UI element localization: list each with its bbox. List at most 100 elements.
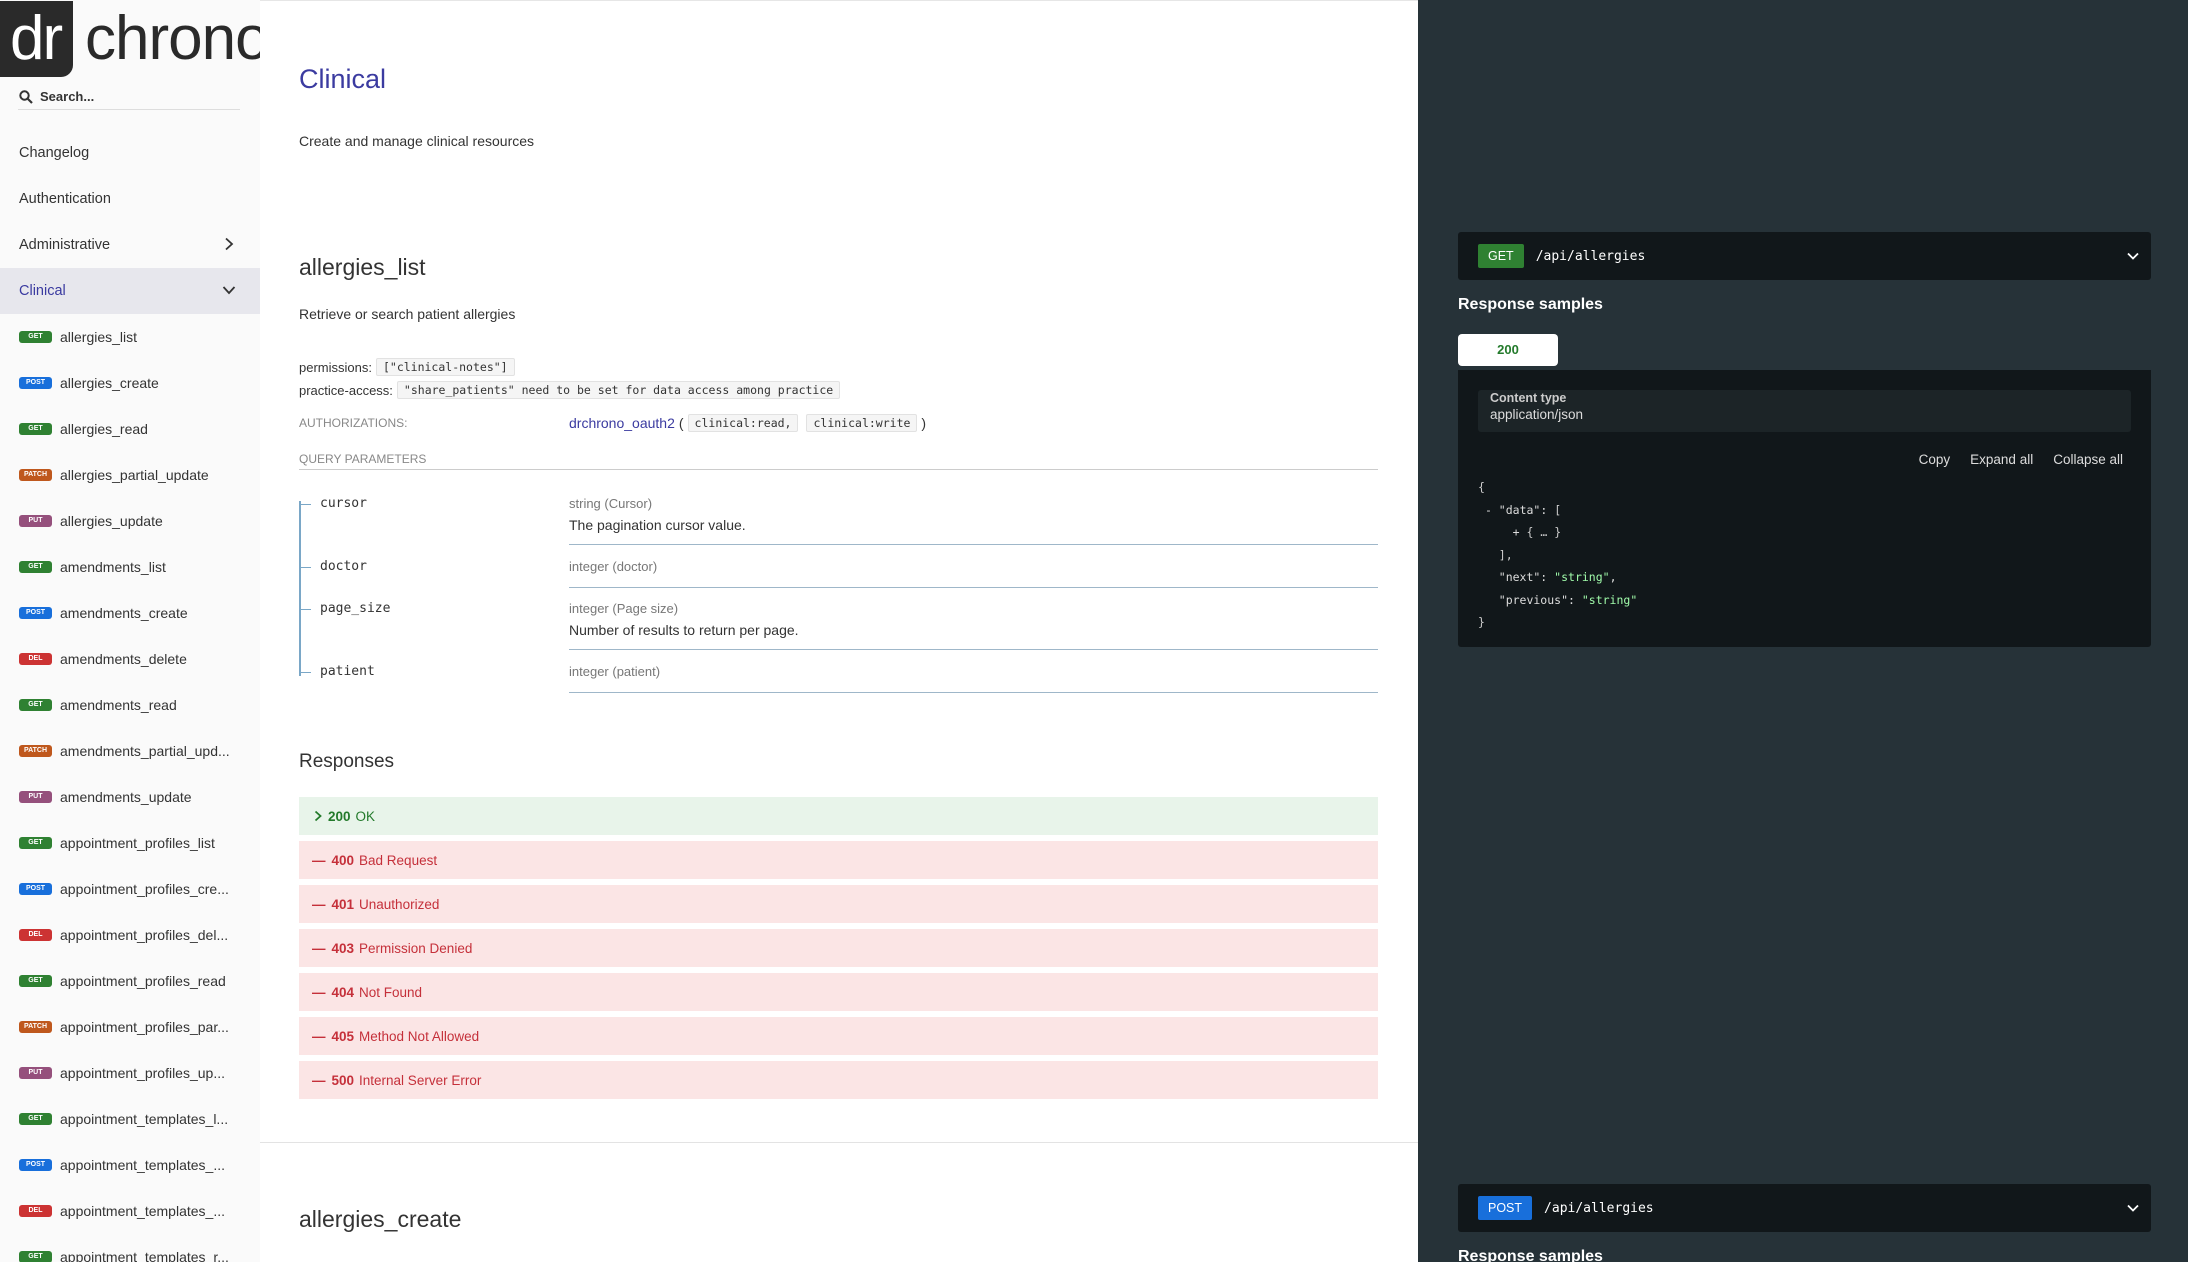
- auth-close-paren: ): [921, 415, 927, 431]
- chevron-right-icon: [225, 237, 234, 251]
- method-badge: GET: [19, 837, 52, 849]
- operation-list: GET allergies_list POST allergies_create GET…: [0, 314, 260, 1262]
- response-sample-panel: Content type application/json Copy Expan…: [1458, 370, 2151, 647]
- response-row-403[interactable]: — 403 Permission Denied: [299, 929, 1378, 967]
- sidebar-item-administrative[interactable]: Administrative: [0, 222, 260, 268]
- response-text: Internal Server Error: [359, 1072, 482, 1088]
- sidebar-operation-item[interactable]: POST appointment_profiles_cre...: [0, 866, 260, 912]
- sidebar-operation-label: allergies_read: [60, 421, 148, 437]
- sidebar-operation-item[interactable]: GET appointment_templates_r...: [0, 1234, 260, 1262]
- sidebar-operation-item[interactable]: GET amendments_read: [0, 682, 260, 728]
- sidebar-operation-item[interactable]: POST allergies_create: [0, 360, 260, 406]
- json-sample: { - "data": [ + { … } ], "next": "string…: [1478, 480, 1638, 629]
- sidebar-operation-item[interactable]: PUT amendments_update: [0, 774, 260, 820]
- sidebar-operation-item[interactable]: PATCH appointment_profiles_par...: [0, 1004, 260, 1050]
- practice-access-value: "share_patients" need to be set for data…: [396, 381, 841, 399]
- sidebar-nav: Changelog Authentication Administrative …: [0, 130, 260, 1262]
- sidebar-operation-item[interactable]: PUT appointment_profiles_up...: [0, 1050, 260, 1096]
- collapse-all-button[interactable]: Collapse all: [2053, 452, 2123, 467]
- sidebar-item-authentication[interactable]: Authentication: [0, 176, 260, 222]
- param-description: The pagination cursor value.: [569, 517, 746, 533]
- method-badge: PUT: [19, 791, 52, 803]
- chevron-down-icon: [222, 286, 236, 295]
- sidebar-operation-label: appointment_templates_r...: [60, 1249, 229, 1262]
- sidebar-operation-label: appointment_profiles_list: [60, 835, 215, 851]
- sidebar-operation-label: appointment_profiles_up...: [60, 1065, 225, 1081]
- permissions-value: ["clinical-notes"]: [375, 358, 515, 376]
- sidebar-operation-item[interactable]: DEL appointment_profiles_del...: [0, 912, 260, 958]
- chevron-down-icon: [2127, 1204, 2139, 1212]
- expand-all-button[interactable]: Expand all: [1970, 452, 2033, 467]
- response-text: Bad Request: [359, 852, 438, 868]
- sidebar-operation-label: allergies_update: [60, 513, 163, 529]
- response-text: Not Found: [359, 984, 423, 1000]
- sidebar-operation-item[interactable]: POST amendments_create: [0, 590, 260, 636]
- param-name: patient: [320, 664, 375, 679]
- response-text: OK: [355, 808, 376, 824]
- response-row-405[interactable]: — 405 Method Not Allowed: [299, 1017, 1378, 1055]
- authorizations-label: AUTHORIZATIONS:: [299, 416, 408, 430]
- response-row-500[interactable]: — 500 Internal Server Error: [299, 1061, 1378, 1099]
- auth-scheme-link[interactable]: drchrono_oauth2: [569, 415, 675, 431]
- sidebar-operation-item[interactable]: POST appointment_templates_...: [0, 1142, 260, 1188]
- sidebar-operation-label: amendments_partial_upd...: [60, 743, 230, 759]
- sidebar-operation-label: allergies_list: [60, 329, 138, 345]
- endpoint-bar-post[interactable]: POST /api/allergies: [1458, 1184, 2151, 1232]
- sidebar-operation-label: appointment_profiles_read: [60, 973, 226, 989]
- sidebar-operation-item[interactable]: PATCH allergies_partial_update: [0, 452, 260, 498]
- sidebar-operation-item[interactable]: DEL appointment_templates_...: [0, 1188, 260, 1234]
- sidebar-operation-item[interactable]: GET allergies_list: [0, 314, 260, 360]
- operation-divider: [260, 1142, 1418, 1143]
- drchrono-logo[interactable]: dr chrono: [0, 0, 260, 78]
- param-divider: [569, 649, 1378, 650]
- response-code: 500: [331, 1072, 355, 1088]
- endpoint-bar-get[interactable]: GET /api/allergies: [1458, 232, 2151, 280]
- sidebar-operation-label: appointment_profiles_del...: [60, 927, 229, 943]
- next-operation-title: allergies_create: [299, 1206, 462, 1232]
- response-text: Unauthorized: [359, 896, 440, 912]
- sidebar-operation-item[interactable]: GET appointment_profiles_read: [0, 958, 260, 1004]
- chevron-right-icon: [314, 810, 322, 822]
- method-badge: POST: [19, 607, 52, 619]
- method-badge: POST: [1478, 1196, 1533, 1220]
- endpoint-path: /api/allergies: [1544, 1200, 1654, 1216]
- sidebar-operation-label: amendments_update: [60, 789, 192, 805]
- sidebar-operation-item[interactable]: DEL amendments_delete: [0, 636, 260, 682]
- authorizations-value: drchrono_oauth2 ( clinical:read, clinica…: [569, 414, 930, 432]
- auth-scope-read: clinical:read,: [687, 414, 799, 432]
- expand-toggle[interactable]: +: [1513, 525, 1520, 539]
- sidebar-operation-item[interactable]: GET appointment_templates_l...: [0, 1096, 260, 1142]
- content-type-box[interactable]: Content type application/json: [1478, 390, 2131, 432]
- operation-description: Retrieve or search patient allergies: [299, 306, 516, 322]
- sidebar-operation-label: amendments_create: [60, 605, 188, 621]
- response-text: Method Not Allowed: [359, 1028, 480, 1044]
- method-badge: GET: [19, 561, 52, 573]
- sidebar-operation-item[interactable]: PATCH amendments_partial_upd...: [0, 728, 260, 774]
- operation-title: allergies_list: [299, 254, 426, 280]
- collapse-toggle[interactable]: -: [1485, 503, 1492, 517]
- sidebar-item-changelog[interactable]: Changelog: [0, 130, 260, 176]
- search-input[interactable]: [40, 89, 230, 104]
- dash-icon: —: [312, 984, 326, 1000]
- response-row-404[interactable]: — 404 Not Found: [299, 973, 1378, 1011]
- sidebar-operation-item[interactable]: GET amendments_list: [0, 544, 260, 590]
- sidebar-operation-label: amendments_delete: [60, 651, 187, 667]
- param-type: integer (Page size): [569, 601, 679, 616]
- response-tab-200[interactable]: 200: [1458, 334, 1558, 366]
- response-row-400[interactable]: — 400 Bad Request: [299, 841, 1378, 879]
- response-code: 200: [328, 808, 351, 824]
- search-icon: [19, 89, 33, 104]
- section-description: Create and manage clinical resources: [299, 133, 535, 149]
- response-row-401[interactable]: — 401 Unauthorized: [299, 885, 1378, 923]
- sidebar-operation-label: allergies_partial_update: [60, 467, 209, 483]
- sidebar-item-clinical[interactable]: Clinical: [0, 268, 260, 314]
- sidebar-operation-item[interactable]: PUT allergies_update: [0, 498, 260, 544]
- method-badge: POST: [19, 1159, 52, 1171]
- method-badge: GET: [19, 331, 52, 343]
- copy-button[interactable]: Copy: [1919, 452, 1951, 467]
- sidebar-operation-item[interactable]: GET appointment_profiles_list: [0, 820, 260, 866]
- permissions-line: permissions: ["clinical-notes"]: [299, 358, 515, 376]
- sidebar-operation-item[interactable]: GET allergies_read: [0, 406, 260, 452]
- param-type: string (Cursor): [569, 496, 653, 511]
- response-row-200[interactable]: 200 OK: [299, 797, 1378, 835]
